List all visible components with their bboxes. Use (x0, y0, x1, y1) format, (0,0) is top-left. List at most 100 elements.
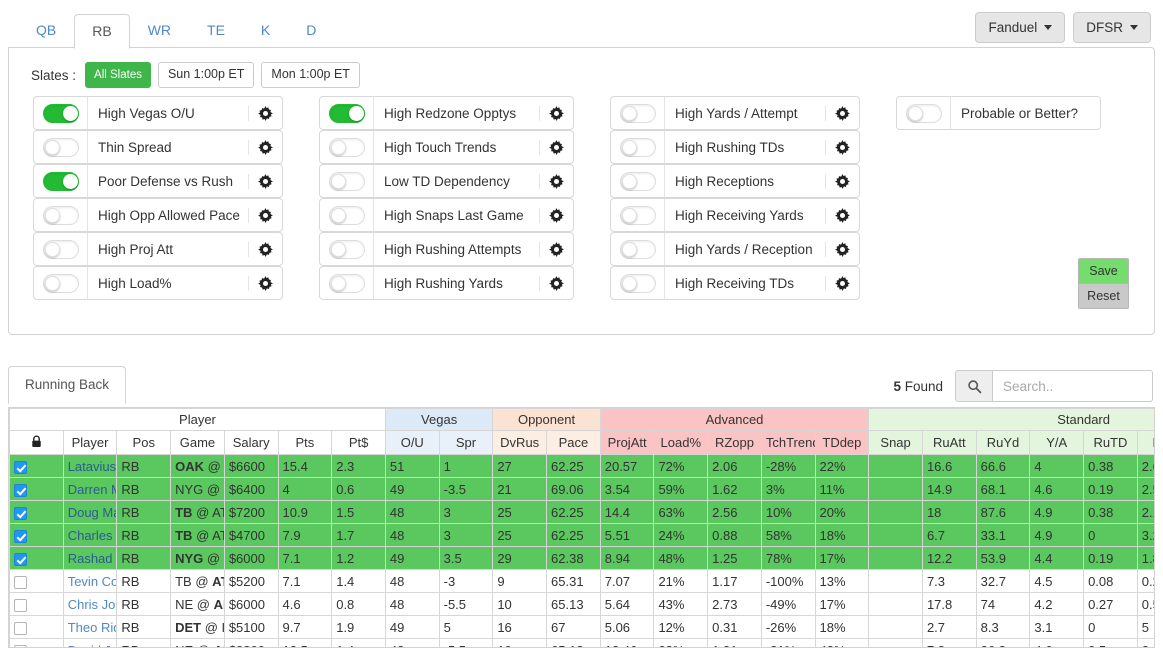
column-header-dvrus[interactable]: DvRus (492, 430, 548, 455)
gear-icon[interactable] (825, 207, 859, 223)
position-tab-k[interactable]: K (243, 13, 288, 48)
gear-icon[interactable] (539, 275, 573, 291)
table-row[interactable]: Charles SimsRBTB @ ATL$47007.91.74832562… (9, 523, 1154, 547)
table-row[interactable]: David JohnsonRBNE @ ARI$880012.51.448-5.… (9, 638, 1154, 648)
column-header-pts[interactable]: Pts (277, 430, 333, 455)
row-checkbox[interactable] (14, 598, 27, 612)
column-header-rec[interactable]: Rec (1136, 430, 1154, 455)
slate-button[interactable]: Mon 1:00p ET (261, 62, 360, 88)
column-header-load[interactable]: Load% (653, 430, 709, 455)
gear-icon[interactable] (539, 139, 573, 155)
column-header-salary[interactable]: Salary (223, 430, 279, 455)
column-header-ou[interactable]: O/U (384, 430, 440, 455)
column-header-rutd[interactable]: RuTD (1083, 430, 1138, 455)
player-name-cell[interactable]: Tevin Coleman (62, 569, 118, 593)
search-icon[interactable] (955, 370, 993, 402)
column-header-game[interactable]: Game (170, 430, 225, 455)
toggle-switch[interactable] (620, 273, 656, 293)
toggle-switch[interactable] (620, 103, 656, 123)
gear-icon[interactable] (825, 275, 859, 291)
toggle-switch[interactable] (329, 239, 365, 259)
position-tab-rb[interactable]: RB (74, 14, 130, 49)
column-header-pace[interactable]: Pace (546, 430, 601, 455)
player-name-cell[interactable]: Chris Johnson (62, 592, 118, 616)
toggle-switch[interactable] (620, 137, 656, 157)
row-checkbox[interactable] (14, 575, 27, 589)
position-tab-te[interactable]: TE (189, 13, 243, 48)
row-checkbox[interactable] (14, 460, 27, 474)
player-name-cell[interactable]: Doug Martin (62, 500, 118, 524)
reset-button[interactable]: Reset (1079, 284, 1128, 308)
search-input[interactable] (993, 370, 1153, 402)
toggle-switch[interactable] (43, 171, 79, 191)
table-row[interactable]: Chris JohnsonRBNE @ ARI$60004.60.848-5.5… (9, 592, 1154, 616)
toggle-switch[interactable] (43, 239, 79, 259)
toggle-switch[interactable] (329, 273, 365, 293)
gear-icon[interactable] (248, 173, 282, 189)
gear-icon[interactable] (248, 275, 282, 291)
row-checkbox[interactable] (14, 483, 27, 497)
player-name-cell[interactable]: Rashad Jennings (62, 546, 118, 570)
position-tab-wr[interactable]: WR (130, 13, 189, 48)
row-checkbox-cell[interactable] (9, 638, 64, 647)
column-header-player[interactable]: Player (62, 430, 118, 455)
save-button[interactable]: Save (1079, 259, 1128, 284)
row-checkbox-cell[interactable] (9, 546, 64, 570)
row-checkbox-cell[interactable] (9, 615, 64, 639)
player-name-cell[interactable]: Theo Riddick (62, 615, 118, 639)
row-checkbox[interactable] (14, 506, 27, 520)
row-checkbox-cell[interactable] (9, 569, 64, 593)
column-header-tddep[interactable]: TDdep (814, 430, 870, 455)
player-name-link[interactable]: Chris Johnson (68, 597, 116, 612)
player-name-link[interactable]: Darren McFadden (68, 482, 116, 497)
table-row[interactable]: Latavius MurrayRBOAK @ NO$660015.42.3511… (9, 454, 1154, 478)
position-tab-qb[interactable]: QB (18, 13, 74, 48)
tab-running-back[interactable]: Running Back (8, 366, 127, 404)
site-dropdown[interactable]: Fanduel (975, 12, 1066, 43)
toggle-switch[interactable] (329, 205, 365, 225)
table-row[interactable]: Tevin ColemanRBTB @ ATL$52007.11.448-396… (9, 569, 1154, 593)
player-name-link[interactable]: Latavius Murray (68, 459, 116, 474)
gear-icon[interactable] (248, 139, 282, 155)
player-name-link[interactable]: Tevin Coleman (68, 574, 116, 589)
gear-icon[interactable] (539, 241, 573, 257)
column-header-ya[interactable]: Y/A (1029, 430, 1085, 455)
player-name-link[interactable]: David Johnson (68, 643, 116, 648)
row-checkbox-cell[interactable] (9, 500, 64, 524)
row-checkbox-cell[interactable] (9, 477, 64, 501)
position-tab-d[interactable]: D (288, 13, 334, 48)
column-header-ruyd[interactable]: RuYd (975, 430, 1031, 455)
row-checkbox-cell[interactable] (9, 454, 64, 478)
table-row[interactable]: Theo RiddickRBDET @ IND$51009.71.9495166… (9, 615, 1154, 639)
row-checkbox[interactable] (14, 644, 27, 647)
toggle-switch[interactable] (43, 103, 79, 123)
column-header-spr[interactable]: Spr (438, 430, 494, 455)
player-name-link[interactable]: Charles Sims (68, 528, 116, 543)
row-checkbox[interactable] (14, 552, 27, 566)
row-checkbox[interactable] (14, 529, 27, 543)
toggle-switch[interactable] (43, 137, 79, 157)
slate-button[interactable]: All Slates (85, 62, 151, 89)
toggle-switch[interactable] (620, 205, 656, 225)
player-name-cell[interactable]: Charles Sims (62, 523, 118, 547)
gear-icon[interactable] (248, 105, 282, 121)
toggle-switch[interactable] (620, 171, 656, 191)
source-dropdown[interactable]: DFSR (1073, 12, 1151, 43)
gear-icon[interactable] (248, 241, 282, 257)
toggle-switch[interactable] (329, 103, 365, 123)
row-checkbox[interactable] (14, 621, 27, 635)
column-header-projatt[interactable]: ProjAtt (599, 430, 655, 455)
player-name-link[interactable]: Rashad Jennings (68, 551, 116, 566)
column-header-tchtrend[interactable]: TchTrend (760, 430, 816, 455)
column-header-ruatt[interactable]: RuAtt (921, 430, 977, 455)
toggle-switch[interactable] (43, 205, 79, 225)
slate-button[interactable]: Sun 1:00p ET (157, 62, 255, 88)
player-name-link[interactable]: Doug Martin (68, 505, 116, 520)
toggle-switch[interactable] (906, 103, 942, 123)
lock-icon[interactable] (9, 430, 64, 455)
gear-icon[interactable] (825, 105, 859, 121)
column-header-rzopp[interactable]: RZopp (707, 430, 762, 455)
player-name-cell[interactable]: David Johnson (62, 638, 118, 648)
column-header-ptd[interactable]: Pt$ (331, 430, 386, 455)
table-row[interactable]: Rashad JenningsRBNYG @ DAL$60007.11.2493… (9, 546, 1154, 570)
